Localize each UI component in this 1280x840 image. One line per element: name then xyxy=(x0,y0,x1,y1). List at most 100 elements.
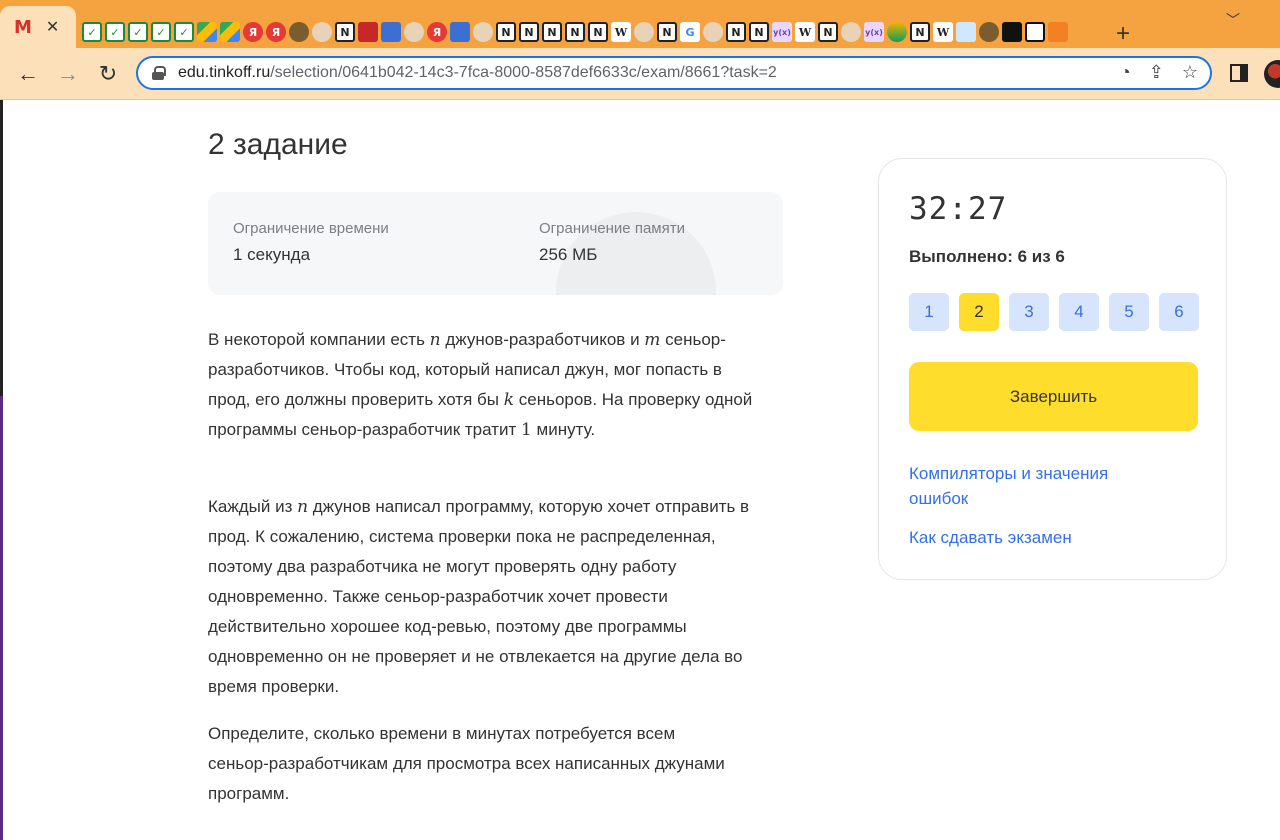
text: джунов написал программу, которую хочет … xyxy=(208,497,750,696)
square-icon[interactable] xyxy=(1025,22,1045,42)
statement-paragraph-2: Каждый из n джунов написал программу, ко… xyxy=(208,492,768,702)
memory-limit-value: 256 МБ xyxy=(539,245,598,264)
yandex-icon[interactable]: Я xyxy=(266,22,286,42)
avatar-icon[interactable] xyxy=(473,22,493,42)
address-bar[interactable]: edu.tinkoff.ru/selection/0641b042-14c3-7… xyxy=(136,56,1212,90)
avatar-icon[interactable] xyxy=(404,22,424,42)
task-button-6[interactable]: 6 xyxy=(1159,293,1199,331)
statement-paragraph-1: В некоторой компании есть n джунов-разра… xyxy=(208,325,768,445)
time-limit-value: 1 секунда xyxy=(233,245,311,264)
task-navigation: 1 2 3 4 5 6 xyxy=(909,293,1199,331)
new-tab-button[interactable]: + xyxy=(1116,20,1130,48)
checkbox-favicon-icon[interactable]: ✓ xyxy=(105,22,125,42)
notion-icon[interactable]: N xyxy=(818,22,838,42)
time-limit: Ограничение времени 1 секунда xyxy=(233,220,389,265)
exam-page: 2 задание Ограничение времени 1 секунда … xyxy=(0,100,1280,840)
task-button-5[interactable]: 5 xyxy=(1109,293,1149,331)
exam-status-card: 32:27 Выполнено: 6 из 6 1 2 3 4 5 6 Заве… xyxy=(878,158,1227,580)
blue-app-icon[interactable] xyxy=(450,22,470,42)
avatar-icon[interactable] xyxy=(703,22,723,42)
text: джунов-разработчиков и xyxy=(440,330,645,349)
tab-active[interactable]: M ✕ xyxy=(0,6,76,48)
back-arrow-icon[interactable]: ← xyxy=(14,60,42,88)
tab-search-chevron-icon[interactable]: ﹀ xyxy=(1226,10,1240,30)
black-square-icon[interactable] xyxy=(1002,22,1022,42)
time-limit-label: Ограничение времени xyxy=(233,220,389,237)
countdown-timer: 32:27 xyxy=(909,191,1008,227)
memory-limit-label: Ограничение памяти xyxy=(539,220,685,237)
wikipedia-icon[interactable]: W xyxy=(933,22,953,42)
limits-panel: Ограничение времени 1 секунда Ограничени… xyxy=(208,192,783,295)
globe-icon[interactable] xyxy=(289,22,309,42)
url-text[interactable]: edu.tinkoff.ru/selection/0641b042-14c3-7… xyxy=(178,64,777,82)
math-var: n xyxy=(297,497,309,517)
blue-app-icon[interactable] xyxy=(381,22,401,42)
globe-icon[interactable] xyxy=(979,22,999,42)
drive-icon[interactable] xyxy=(220,22,240,42)
red-app-icon[interactable] xyxy=(358,22,378,42)
text: В некоторой компании есть xyxy=(208,330,430,349)
compilers-link[interactable]: Компиляторы и значения ошибок xyxy=(909,461,1169,511)
google-icon[interactable]: G xyxy=(680,22,700,42)
task-button-1[interactable]: 1 xyxy=(909,293,949,331)
gmail-icon: M xyxy=(14,16,32,38)
avatar-icon[interactable] xyxy=(312,22,332,42)
url-path: /selection/0641b042-14c3-7fca-8000-8587d… xyxy=(270,64,777,81)
drive-icon[interactable] xyxy=(197,22,217,42)
browser-toolbar: ← → ↻ edu.tinkoff.ru/selection/0641b042-… xyxy=(0,48,1280,100)
math-var: k xyxy=(503,390,515,410)
reload-icon[interactable]: ↻ xyxy=(94,60,122,88)
page-title: 2 задание xyxy=(208,128,348,161)
math-app-icon[interactable]: y(x) xyxy=(864,22,884,42)
checkbox-favicon-icon[interactable]: ✓ xyxy=(151,22,171,42)
share-icon[interactable]: ⇪ xyxy=(1149,62,1164,83)
avatar-icon[interactable] xyxy=(634,22,654,42)
text: минуту. xyxy=(531,420,596,439)
omnibox-actions: ◔ ⇪ ☆ xyxy=(1120,62,1198,83)
notion-icon[interactable]: N xyxy=(519,22,539,42)
math-var: n xyxy=(429,330,441,350)
finish-exam-button[interactable]: Завершить xyxy=(909,362,1198,431)
notion-icon[interactable]: N xyxy=(335,22,355,42)
notion-icon[interactable]: N xyxy=(588,22,608,42)
url-host: edu.tinkoff.ru xyxy=(178,64,271,81)
notion-icon[interactable]: N xyxy=(657,22,677,42)
notion-icon[interactable]: N xyxy=(726,22,746,42)
tab-strip: M ✕ ✓ ✓ ✓ ✓ ✓ Я Я N Я N N N N N W N G N … xyxy=(0,0,1280,48)
notion-icon[interactable]: N xyxy=(565,22,585,42)
wikipedia-icon[interactable]: W xyxy=(611,22,631,42)
text: Каждый из xyxy=(208,497,298,516)
math-app-icon[interactable]: y(x) xyxy=(772,22,792,42)
notion-icon[interactable]: N xyxy=(496,22,516,42)
profile-avatar[interactable] xyxy=(1264,60,1280,88)
checkbox-favicon-icon[interactable]: ✓ xyxy=(128,22,148,42)
lock-icon[interactable] xyxy=(152,66,166,80)
performance-gauge-icon[interactable]: ◔ xyxy=(1120,62,1131,83)
checkbox-favicon-icon[interactable]: ✓ xyxy=(174,22,194,42)
notion-icon[interactable]: N xyxy=(749,22,769,42)
wikipedia-icon[interactable]: W xyxy=(795,22,815,42)
snowflake-icon[interactable] xyxy=(956,22,976,42)
task-button-2[interactable]: 2 xyxy=(959,293,999,331)
task-button-4[interactable]: 4 xyxy=(1059,293,1099,331)
notion-icon[interactable]: N xyxy=(542,22,562,42)
math-var: m xyxy=(644,330,661,350)
pinned-tabs: ✓ ✓ ✓ ✓ ✓ Я Я N Я N N N N N W N G N N y(… xyxy=(82,22,1068,42)
tab-close-button[interactable]: ✕ xyxy=(46,17,59,37)
avatar-icon[interactable] xyxy=(841,22,861,42)
math-var: 1 xyxy=(520,420,532,440)
memory-limit: Ограничение памяти 256 МБ xyxy=(539,220,685,265)
yandex-icon[interactable]: Я xyxy=(243,22,263,42)
colorful-app-icon[interactable] xyxy=(887,22,907,42)
forward-arrow-icon[interactable]: → xyxy=(54,60,82,88)
stackoverflow-icon[interactable] xyxy=(1048,22,1068,42)
task-button-3[interactable]: 3 xyxy=(1009,293,1049,331)
checkbox-favicon-icon[interactable]: ✓ xyxy=(82,22,102,42)
statement-paragraph-3: Определите, сколько времени в минутах по… xyxy=(208,724,725,803)
how-to-exam-link[interactable]: Как сдавать экзамен xyxy=(909,525,1072,550)
notion-icon[interactable]: N xyxy=(910,22,930,42)
yandex-icon[interactable]: Я xyxy=(427,22,447,42)
side-panel-icon[interactable] xyxy=(1230,64,1248,82)
progress-text: Выполнено: 6 из 6 xyxy=(909,247,1065,266)
bookmark-star-icon[interactable]: ☆ xyxy=(1182,62,1198,83)
